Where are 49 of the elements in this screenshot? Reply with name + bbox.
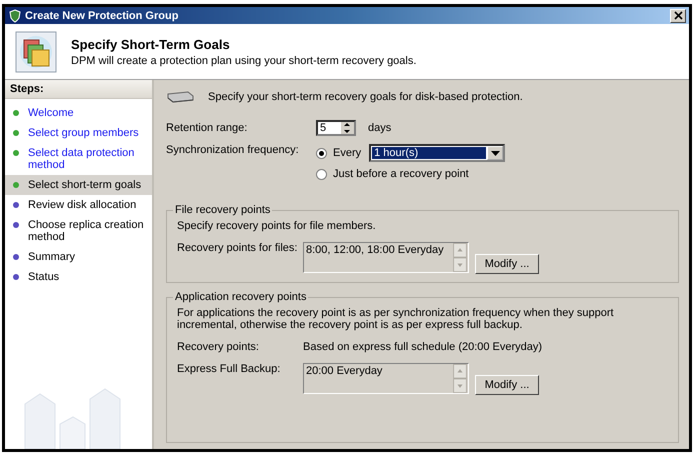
step-label: Select group members bbox=[28, 127, 139, 139]
step-label: Select data protection method bbox=[28, 147, 136, 171]
caret-icon bbox=[490, 150, 500, 156]
step-label: Choose replica creation method bbox=[28, 219, 145, 243]
window-title: Create New Protection Group bbox=[25, 10, 180, 22]
step-item[interactable]: Select data protection method bbox=[5, 143, 152, 175]
step-item[interactable]: Welcome bbox=[5, 103, 152, 123]
steps-heading: Steps: bbox=[5, 80, 152, 99]
scroll-arrows-icon bbox=[452, 243, 468, 272]
interval-dropdown[interactable]: 1 hour(s) bbox=[369, 144, 506, 162]
step-label: Welcome bbox=[28, 107, 74, 119]
field-label: Recovery points: bbox=[177, 341, 260, 353]
group-title: Application recovery points bbox=[174, 291, 308, 303]
step-label: Summary bbox=[28, 251, 76, 263]
step-item[interactable]: Select group members bbox=[5, 123, 152, 143]
step-item[interactable]: Summary bbox=[5, 247, 152, 267]
schedule-list[interactable]: 8:00, 12:00, 18:00 Everyday bbox=[303, 242, 469, 273]
step-label: Review disk allocation bbox=[28, 199, 136, 211]
group-description: For applications the recovery point is as per synchronization frequency when they support incremental, otherwise the recovery point is as per express full backup. bbox=[177, 307, 615, 331]
step-item[interactable]: Status bbox=[5, 267, 152, 287]
step-item[interactable]: Review disk allocation bbox=[5, 195, 152, 215]
field-label: Express Full Backup: bbox=[177, 363, 282, 375]
close-button[interactable] bbox=[670, 8, 686, 22]
step-item[interactable]: Choose replica creation method bbox=[5, 215, 152, 247]
page-title: Specify Short-Term Goals bbox=[71, 36, 231, 52]
step-label: Select short-term goals bbox=[28, 179, 142, 191]
retention-spinner[interactable]: 5 bbox=[316, 120, 356, 136]
field-value: Based on express full schedule (20:00 Everyday) bbox=[303, 341, 542, 353]
page-subtitle: DPM will create a protection plan using your short-term recovery goals. bbox=[71, 54, 416, 66]
schedule-text: 8:00, 12:00, 18:00 Everyday bbox=[305, 243, 445, 258]
radio-option[interactable]: Every bbox=[316, 147, 362, 159]
step-label: Status bbox=[28, 271, 60, 283]
step-item[interactable]: Select short-term goals bbox=[5, 175, 152, 195]
retention-label: Retention range: bbox=[166, 122, 248, 134]
unit-label: days bbox=[368, 122, 392, 134]
scroll-arrows-icon bbox=[452, 364, 468, 393]
field-label: Recovery points for files: bbox=[177, 242, 298, 254]
group-description: Specify recovery points for file members. bbox=[177, 220, 377, 232]
modify-button[interactable]: Modify ... bbox=[475, 254, 539, 274]
radio-option[interactable]: Just before a recovery point bbox=[316, 168, 469, 180]
close-icon bbox=[674, 11, 682, 20]
disk-drive-icon bbox=[166, 90, 194, 104]
intro-text: Specify your short-term recovery goals for disk-based protection. bbox=[208, 91, 523, 103]
group-title: File recovery points bbox=[174, 204, 272, 216]
sync-label: Synchronization frequency: bbox=[166, 144, 300, 156]
folders-icon bbox=[15, 30, 57, 72]
schedule-text: 20:00 Everyday bbox=[305, 364, 384, 379]
modify-button[interactable]: Modify ... bbox=[475, 375, 539, 395]
schedule-list[interactable]: 20:00 Everyday bbox=[303, 363, 469, 394]
